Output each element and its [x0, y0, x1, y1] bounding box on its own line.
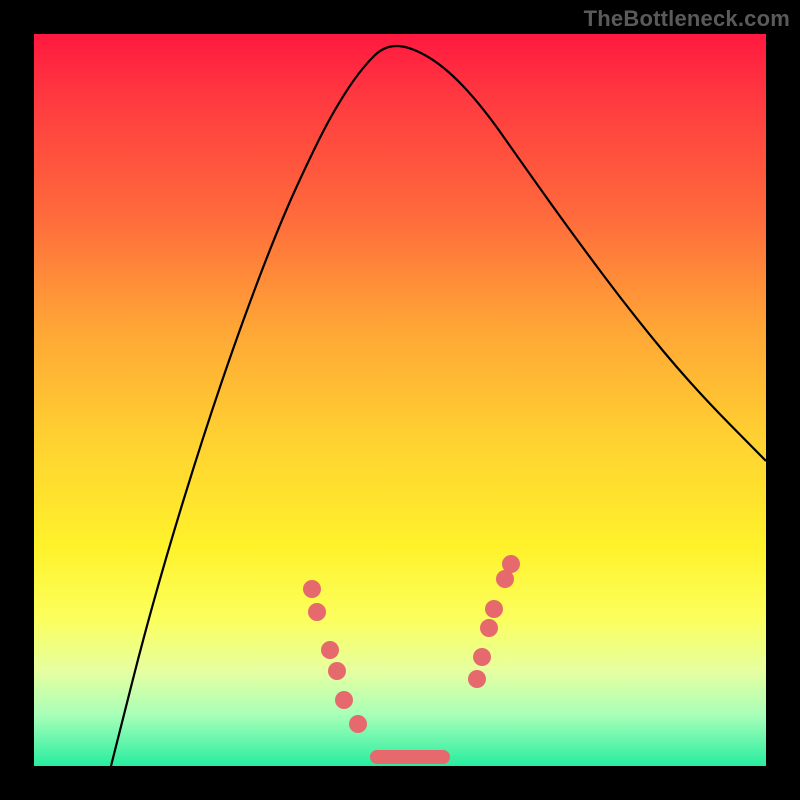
curve-marker	[502, 555, 520, 573]
curve-marker	[303, 580, 321, 598]
curve-marker	[335, 691, 353, 709]
bottleneck-curve	[34, 34, 766, 766]
curve-marker	[468, 670, 486, 688]
curve-marker	[485, 600, 503, 618]
curve-marker	[473, 648, 491, 666]
curve-marker	[349, 715, 367, 733]
chart-plot-area	[34, 34, 766, 766]
curve-marker	[480, 619, 498, 637]
curve-marker	[328, 662, 346, 680]
watermark-text: TheBottleneck.com	[584, 6, 790, 32]
curve-marker	[321, 641, 339, 659]
curve-marker	[308, 603, 326, 621]
curve-minimum-marker	[370, 750, 450, 764]
